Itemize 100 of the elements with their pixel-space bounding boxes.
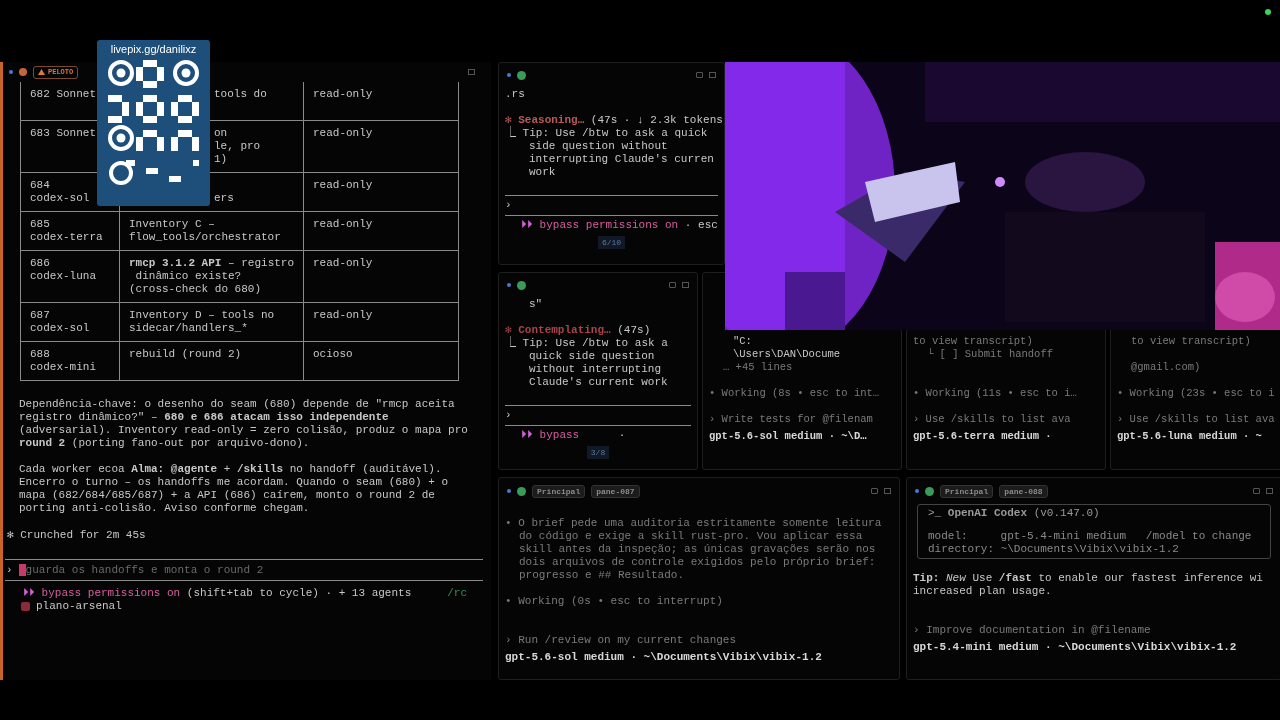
model-status: gpt-5.6-sol medium · ~\Documents\Vibix\vibix-1.2 — [505, 651, 823, 664]
terminal-line: \Users\DAN\Docume — [732, 348, 842, 361]
terminal-line: "C: — [732, 335, 753, 348]
table-cell-text: 687 codex-sol — [29, 308, 91, 336]
terminal-line: do código e exige a skill rust-pro. Vou aplicar essa — [518, 530, 864, 543]
mode-label: bypass permissions on — [538, 219, 679, 232]
terminal-line: • Working (8s • esc to int… — [709, 387, 881, 400]
spinner-label: Seasoning… — [517, 114, 585, 127]
terminal-line: increased plan usage. — [913, 585, 1053, 598]
table-cell: read-only — [303, 303, 458, 341]
branch-icon — [21, 602, 30, 611]
spinner-icon: ✻ — [505, 114, 512, 127]
fast-forward-icon: ⏵⏵ — [521, 429, 533, 442]
box-row-text: model: gpt-5.4-mini medium /model to change — [928, 530, 1253, 543]
terminal-line: @gmail.com) — [1130, 361, 1202, 374]
mode-hint: · — [617, 429, 626, 442]
assistant-message: Dependência-chave: o desenho do seam (680) depende de "rmcp aceita registro dinâmico?" – 680 e 686 atacam isso independente (adversarial). Inventory read-only = zero colisão, produz o mapa pro round 2 (porting fano-out por arquivo-dono). — [19, 398, 469, 450]
fast-forward-icon: ⏵⏵ — [23, 587, 35, 600]
terminal-line: ⎿ Tip: Use /btw to ask a quick — [505, 127, 709, 140]
prompt-caret: › — [505, 409, 513, 422]
terminal-line: dois arquivos de controle exigidos pelo próprio brief: — [518, 556, 877, 569]
terminal-line: Claude's current work — [528, 376, 669, 389]
table-cell-text: 685 codex-terra — [29, 217, 104, 245]
terminal-line: interrupting Claude's curren — [528, 153, 715, 166]
terminal-line: › Write tests for @filenam — [709, 413, 874, 426]
elapsed-status: Crunched for 2m 45s — [19, 529, 146, 542]
table-cell: read-only — [303, 212, 458, 250]
terminal-line: without interrupting — [528, 363, 663, 376]
assistant-message: Cada worker ecoa Alma: @agente + /skills no handoff (auditável). Encerro o turno – os handoffs me acordam. Quando o seam (680) + o mapa (682/684/685/687) + a API (686) caírem, monto o round 2 de porting anti-colisão. Aviso conforme chegam. — [19, 463, 450, 515]
table-cell: rmcp 3.1.2 API – registro dinâmico existe? (cross-check do 680) — [119, 251, 303, 302]
model-status: gpt-5.6-luna medium · ~ — [1117, 430, 1263, 443]
agent-avatar-icon — [517, 280, 526, 290]
terminal-line: to view transcript) — [913, 335, 1034, 348]
table-cell: Inventory C – flow_tools/orchestrator — [119, 212, 303, 250]
pane-tab[interactable]: pane-088 — [999, 484, 1048, 498]
mode-label: bypass — [538, 429, 580, 442]
box-row-text: directory: ~\Documents\Vibix\vibix-1.2 — [928, 543, 1180, 556]
agent-avatar-icon — [925, 486, 934, 496]
terminal-line: quick side question — [528, 350, 656, 363]
pane-tab[interactable]: Principal — [940, 484, 994, 498]
table-cell: ocioso — [303, 342, 458, 380]
terminal-line: • Working (0s • esc to interrupt) — [505, 595, 724, 608]
table-cell-text: 682 Sonnet — [29, 87, 97, 102]
branch-name: plano-arsenal — [36, 600, 122, 613]
table-cell: Inventory D – tools no sidecar/handlers_* — [119, 303, 303, 341]
terminal-line: • Working (11s • esc to i… — [913, 387, 1078, 400]
terminal-line: … +45 lines — [722, 361, 794, 374]
pane-tab[interactable]: Principal — [532, 484, 586, 498]
spinner-detail: (47s · ↓ 2.3k tokens — [589, 114, 723, 127]
table-cell-text: 683 Sonnet — [29, 126, 97, 141]
terminal-line: › Use /skills to list ava — [913, 413, 1072, 426]
table-cell: read-only — [303, 173, 458, 211]
input-placeholder: guarda os handoffs e monta o round 2 — [25, 563, 264, 577]
agent-avatar-icon — [517, 486, 526, 496]
terminal-line: progresso e ## Resultado. — [518, 569, 686, 582]
mode-hint: · esc — [683, 219, 718, 232]
terminal-line: • O brief pede uma auditoria estritamente somente leitura — [505, 517, 883, 530]
table-cell: read-only — [303, 251, 458, 302]
table-cell: read-only — [303, 121, 458, 172]
terminal-line: └ [ ] Submit handoff — [926, 348, 1055, 361]
terminal-line: .rs — [505, 88, 526, 101]
fast-forward-icon: ⏵⏵ — [521, 219, 533, 232]
terminal-line: side question without — [528, 140, 669, 153]
model-status: gpt-5.6-terra medium · — [913, 430, 1053, 443]
table-cell-text: 686 codex-luna — [29, 256, 97, 284]
terminal-line: • Working (23s • esc to i — [1117, 387, 1275, 400]
box-title: >_ OpenAI Codex (v0.147.0) — [928, 507, 1101, 520]
window-control-icon[interactable] — [468, 69, 475, 75]
remote-command: /rc — [447, 587, 468, 600]
warning-icon — [38, 69, 45, 75]
table-cell-text: 684 codex-sol — [29, 178, 91, 206]
mode-label: bypass permissions on — [40, 587, 181, 600]
pane-tab[interactable]: pane-087 — [591, 484, 640, 498]
terminal-line: skill antes da inspeção; as únicas gravações serão nos — [518, 543, 877, 556]
live-indicator-icon — [1265, 9, 1271, 15]
spinner-icon: ✻ — [505, 324, 512, 337]
terminal-line: Tip: New Use /fast to enable our fastest inference wi — [913, 572, 1264, 585]
asterisk-icon: ✻ — [7, 529, 14, 542]
table-cell: rebuild (round 2) — [119, 342, 303, 380]
agent-counter: 6/10 — [597, 236, 626, 249]
agent-avatar-icon — [517, 70, 526, 80]
prompt-caret: › — [505, 199, 513, 212]
table-cell: read-only — [303, 82, 458, 120]
prompt-caret: › — [6, 563, 13, 577]
agent-counter: 3/8 — [586, 446, 610, 459]
table-cell-text: 688 codex-mini — [29, 347, 97, 375]
terminal-line: ⎿ Tip: Use /btw to ask a — [505, 337, 669, 350]
spinner-detail: (47s) — [616, 324, 651, 337]
spinner-label: Contemplating… — [517, 324, 611, 337]
model-status: gpt-5.4-mini medium · ~\Documents\Vibix\vibix-1.2 — [913, 641, 1238, 654]
mode-hint: (shift+tab to cycle) · + 13 agents — [185, 587, 412, 600]
prompt-input[interactable]: › guarda os handoffs e monta o round 2 — [3, 560, 481, 580]
terminal-line: work — [528, 166, 557, 179]
terminal-line: to view transcript) — [1130, 335, 1252, 348]
terminal-line: › Improve documentation in @filename — [913, 624, 1152, 637]
agent-avatar-icon — [19, 68, 27, 76]
terminal-line: › Use /skills to list ava — [1117, 413, 1275, 426]
terminal-line: s" — [528, 298, 544, 311]
model-status: gpt-5.6-sol medium · ~\D… — [709, 430, 868, 443]
text-cursor — [18, 564, 26, 576]
